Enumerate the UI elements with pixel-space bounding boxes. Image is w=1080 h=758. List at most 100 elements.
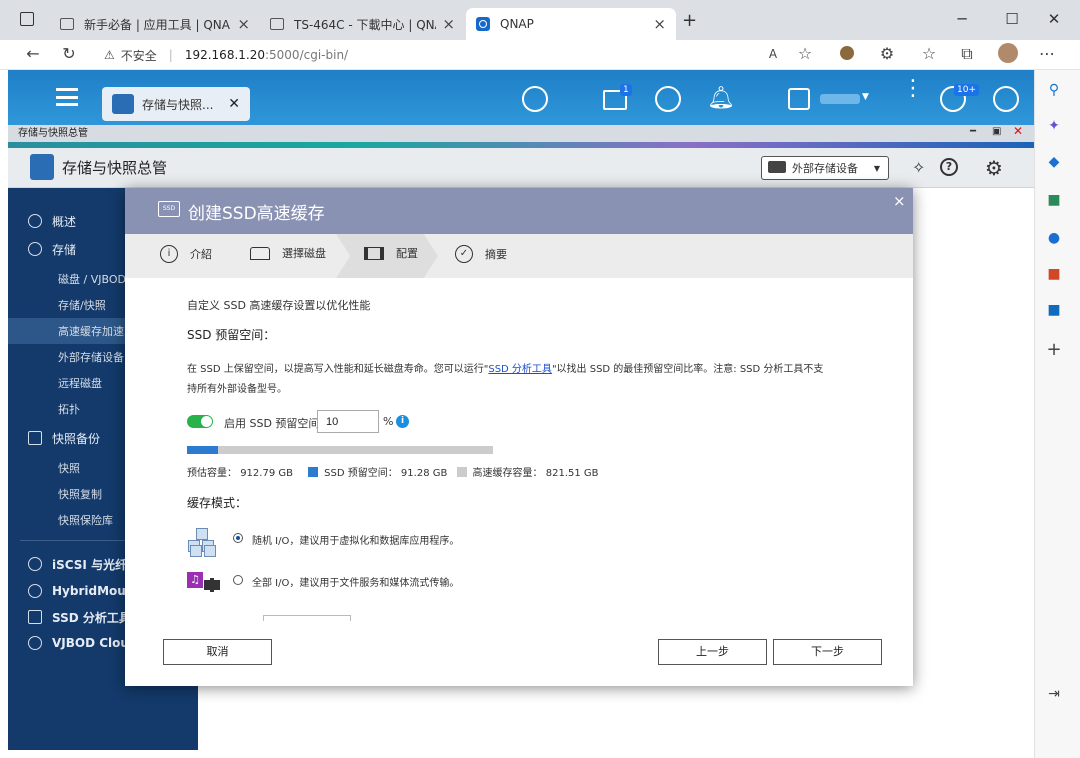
extensions-icon[interactable]: ⚙ <box>876 44 898 64</box>
tools-icon[interactable]: ✧ <box>912 158 925 177</box>
window-title-bar: 存储与快照总管 <box>8 125 1034 142</box>
search-icon[interactable]: ⚲ <box>1044 80 1064 100</box>
description-part: 持所有外部设备型号。 <box>187 384 287 395</box>
over-provisioning-input[interactable] <box>317 410 379 433</box>
page-icon <box>60 18 74 30</box>
hide-sidebar-icon[interactable]: ⇥ <box>1044 684 1064 704</box>
more-options-icon[interactable]: ⋯ <box>1036 44 1058 64</box>
refresh-icon[interactable]: ↻ <box>58 44 80 64</box>
tab-actions-icon[interactable] <box>20 12 34 26</box>
url-host: 192.168.1.20 <box>184 48 265 62</box>
browser-tab-3[interactable]: QNAP × <box>466 8 676 40</box>
enable-over-provisioning-toggle[interactable] <box>187 415 213 428</box>
sidebar-item-label: 外部存储设备 <box>58 351 124 364</box>
database-icon <box>28 242 42 256</box>
external-storage-label: 外部存储设备 <box>792 162 858 175</box>
step-introduction: i 介紹 <box>160 245 212 263</box>
window-close-button[interactable]: ✕ <box>1013 124 1023 138</box>
film-icon <box>204 578 220 592</box>
random-io-radio[interactable] <box>233 533 243 543</box>
cloud-icon <box>28 584 42 598</box>
tasks-badge: 1 <box>620 84 632 96</box>
estimated-capacity-value: 912.79 GB <box>240 468 293 479</box>
username-redacted[interactable] <box>820 94 860 104</box>
iscsi-icon <box>28 557 42 571</box>
sidebar-item-label: 快照 <box>58 462 80 475</box>
step-label: 摘要 <box>485 248 507 261</box>
cookie-extension-icon[interactable] <box>840 46 854 60</box>
sidebar-item-label: 快照备份 <box>52 431 101 446</box>
cancel-button[interactable]: 取消 <box>163 639 272 665</box>
app-taskbar-tab[interactable]: 存储与快照... ✕ <box>102 87 250 121</box>
settings-gear-icon[interactable]: ⚙ <box>985 156 1003 180</box>
sidebar-item-label: 快照保险库 <box>58 514 113 527</box>
info-icon[interactable]: i <box>396 415 409 428</box>
storage-app-icon <box>112 94 134 114</box>
copilot-icon[interactable]: ✦ <box>1044 116 1064 136</box>
address-bar[interactable]: ⚠ 不安全 | 192.168.1.20 :5000/cgi-bin/ <box>104 44 824 66</box>
close-tab-icon[interactable]: × <box>442 15 455 33</box>
shopping-icon[interactable]: ◆ <box>1044 152 1064 172</box>
browser-tab-2[interactable]: TS-464C - 下載中心 | QNAP × <box>260 8 465 40</box>
new-tab-button[interactable]: + <box>682 10 697 31</box>
close-tab-icon[interactable]: × <box>653 15 666 33</box>
notification-bell-icon[interactable]: 🔔︎ <box>707 86 735 111</box>
disk-icon <box>250 246 270 260</box>
app-tab-label: 存储与快照... <box>142 97 214 112</box>
page-icon <box>270 18 284 30</box>
all-io-radio[interactable] <box>233 575 243 585</box>
storage-app-icon <box>30 154 54 180</box>
ssd-profiling-tool-link[interactable]: SSD 分析工具 <box>488 364 552 375</box>
dialog-close-button[interactable]: × <box>893 192 906 210</box>
app-title: 存储与快照总管 <box>62 159 168 177</box>
sidebar-item-label: 远程磁盘 <box>58 377 102 390</box>
favorite-star-icon[interactable]: ☆ <box>794 44 816 64</box>
dashboard-gauge-icon[interactable] <box>993 86 1019 112</box>
reserved-space-value: 91.28 GB <box>400 468 448 479</box>
sidebar-item-label: 概述 <box>52 214 77 229</box>
step-label: 介紹 <box>190 248 212 261</box>
enable-over-provisioning-label: 启用 SSD 预留空间 <box>224 417 320 430</box>
step-summary: ✓ 摘要 <box>455 245 507 263</box>
profile-avatar[interactable] <box>998 43 1018 63</box>
external-devices-icon[interactable] <box>655 86 681 112</box>
previous-button[interactable]: 上一步 <box>658 639 767 665</box>
help-icon[interactable]: ? <box>940 158 958 176</box>
read-aloud-icon[interactable]: A <box>762 44 784 64</box>
cache-mode-heading: 缓存模式： <box>187 496 248 510</box>
search-icon[interactable] <box>522 86 548 112</box>
random-io-label: 随机 I/O，建议用于虚拟化和数据库应用程序。 <box>252 536 460 547</box>
sidebar-item-label: 拓扑 <box>58 403 80 416</box>
office-icon[interactable]: ■ <box>1044 264 1064 284</box>
window-minimize-button[interactable]: ━ <box>970 126 976 137</box>
sidebar-item-label: 存储 <box>52 242 77 257</box>
next-button[interactable]: 下一步 <box>773 639 882 665</box>
vjbod-icon <box>28 636 42 650</box>
add-icon[interactable]: + <box>1044 340 1064 360</box>
favorites-bar-icon[interactable]: ☆ <box>918 44 940 64</box>
cropped-field <box>263 615 351 621</box>
user-icon[interactable] <box>788 88 810 110</box>
minimize-window-button[interactable]: ─ <box>950 8 974 30</box>
sidebar-item-label: 高速缓存加速 <box>58 325 124 338</box>
close-icon[interactable]: ✕ <box>228 96 240 112</box>
sidebar-item-label: 存储/快照 <box>58 299 106 312</box>
tools-icon[interactable]: ■ <box>1044 190 1064 210</box>
url-path: :5000/cgi-bin/ <box>264 48 349 62</box>
browser-tab-1[interactable]: 新手必备 | 应用工具 | QNAP × <box>50 8 260 40</box>
collections-icon[interactable]: ⧉ <box>956 44 978 64</box>
games-icon[interactable]: ● <box>1044 228 1064 248</box>
tab-title: QNAP <box>500 17 534 31</box>
main-menu-icon[interactable] <box>56 88 78 106</box>
window-restore-button[interactable]: ▣ <box>992 126 1001 137</box>
close-window-button[interactable]: ✕ <box>1042 8 1066 30</box>
maximize-window-button[interactable]: ☐ <box>1000 8 1024 30</box>
back-icon[interactable]: ← <box>22 44 44 64</box>
music-icon: ♫ <box>187 572 203 588</box>
chevron-down-icon[interactable]: ▼ <box>862 92 869 102</box>
intro-text: 自定义 SSD 高速缓存设置以优化性能 <box>187 299 371 312</box>
outlook-icon[interactable]: ■ <box>1044 300 1064 320</box>
close-tab-icon[interactable]: × <box>237 15 250 33</box>
more-options-icon[interactable]: ⋮ <box>902 78 924 100</box>
cache-swatch <box>456 467 467 477</box>
